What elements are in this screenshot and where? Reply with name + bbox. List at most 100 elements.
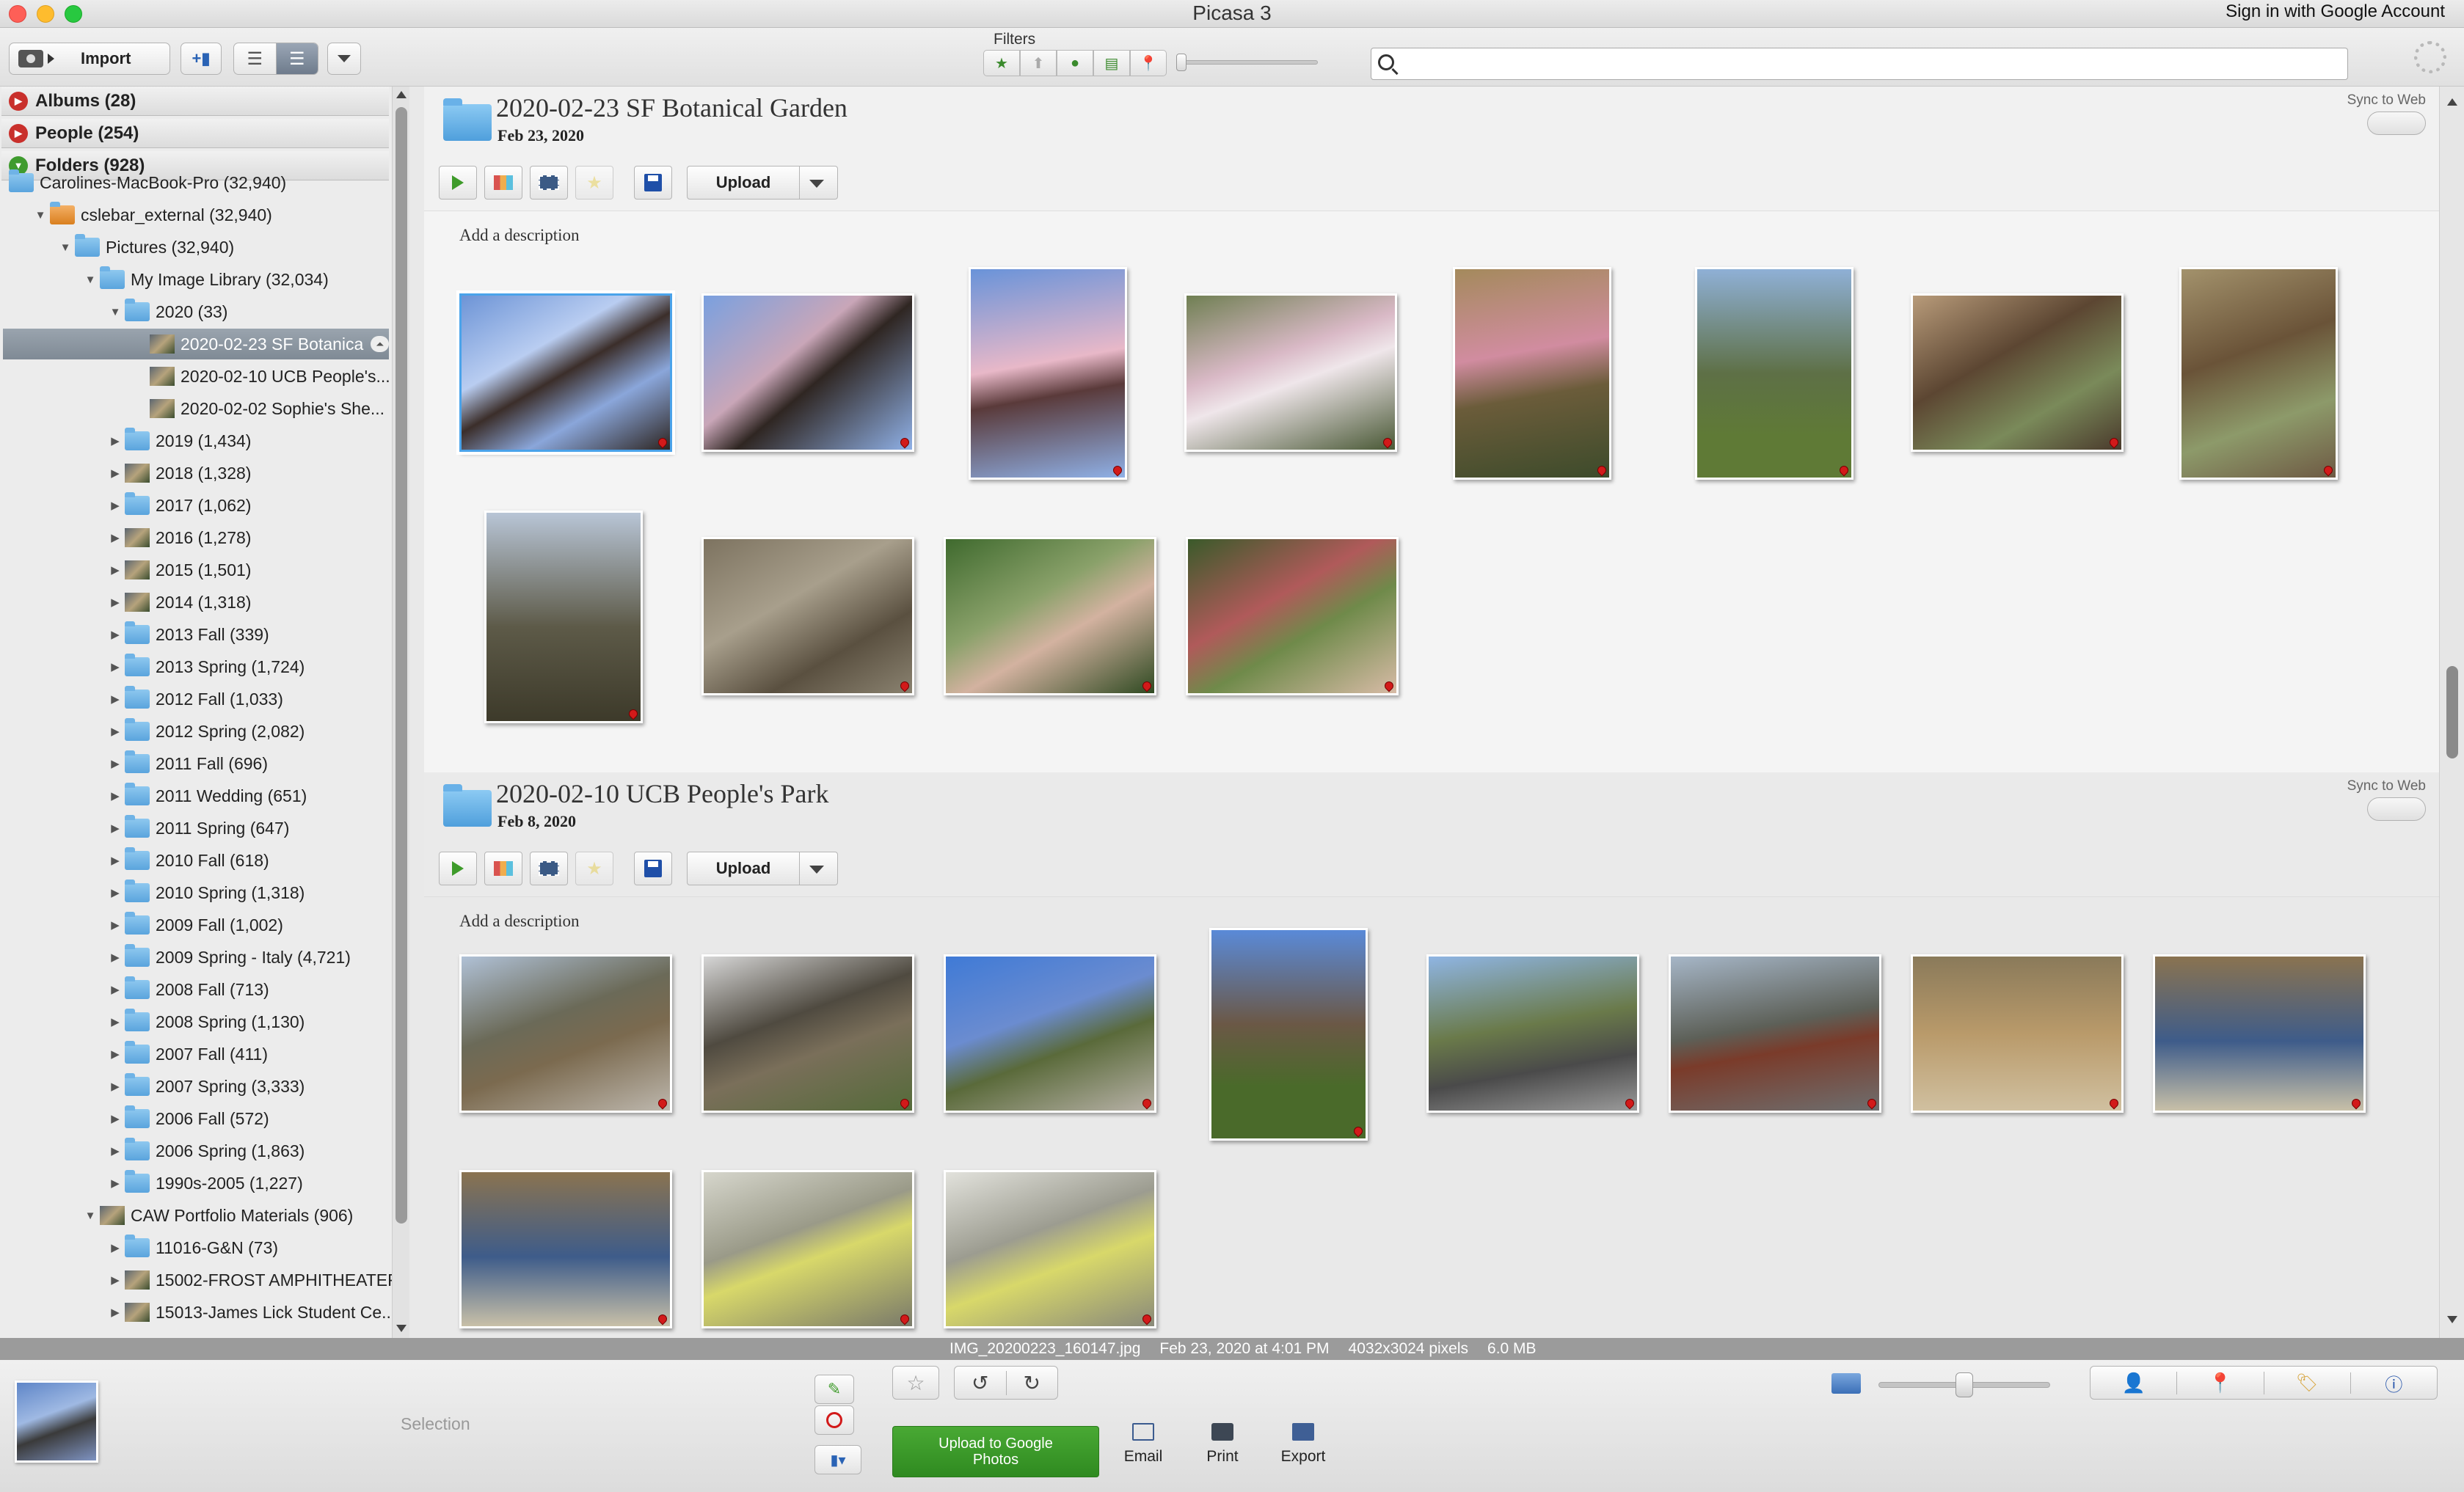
folder-tree-item[interactable]: ▶ 2011 Spring (647): [106, 813, 289, 844]
photo-thumbnail[interactable]: [1186, 537, 1399, 695]
clear-selection-button[interactable]: [814, 1405, 854, 1435]
tags-panel-icon[interactable]: 🏷: [2264, 1372, 2351, 1394]
expand-triangle-icon[interactable]: ▶: [106, 1241, 125, 1254]
places-panel-icon[interactable]: 📍: [2177, 1371, 2264, 1394]
expand-triangle-icon[interactable]: ▶: [106, 467, 125, 480]
folder-tree-item[interactable]: ▶ 2007 Spring (3,333): [106, 1071, 305, 1102]
expand-triangle-icon[interactable]: ▶: [106, 918, 125, 932]
hold-button[interactable]: ✎: [814, 1375, 854, 1404]
photo-thumbnail[interactable]: [459, 1170, 672, 1328]
photo-thumbnail[interactable]: [1669, 954, 1881, 1113]
photo-thumbnail[interactable]: [2153, 954, 2366, 1113]
photo-thumbnail[interactable]: [2179, 267, 2338, 480]
star-button[interactable]: ★: [575, 166, 613, 200]
folder-tree-item[interactable]: ▶ 15013-James Lick Student Ce...: [106, 1297, 396, 1328]
filter-uploaded-button[interactable]: ⬆: [1020, 50, 1057, 76]
photo-thumbnail[interactable]: [1184, 293, 1397, 452]
folder-tree-item[interactable]: ▶ 2012 Fall (1,033): [106, 684, 283, 714]
import-button[interactable]: Import: [9, 43, 170, 75]
content-scroll-up[interactable]: [2447, 98, 2457, 106]
expand-triangle-icon[interactable]: ▶: [106, 1080, 125, 1093]
photo-thumbnail[interactable]: [944, 954, 1156, 1113]
expand-triangle-icon[interactable]: ▶: [106, 822, 125, 835]
thumbnail-size-slider[interactable]: [1878, 1372, 2050, 1397]
detail-view-icon[interactable]: ☰: [276, 43, 318, 74]
expand-triangle-icon[interactable]: ▶: [106, 854, 125, 867]
folder-tree-item[interactable]: ▶ 2008 Fall (713): [106, 974, 269, 1005]
folder-tree-item[interactable]: ▶ 2017 (1,062): [106, 490, 251, 521]
folder-tree-item[interactable]: ▶ 2016 (1,278): [106, 522, 251, 553]
photo-thumbnail[interactable]: [969, 267, 1127, 480]
create-movie-button[interactable]: [530, 852, 568, 885]
album-title[interactable]: 2020-02-23 SF Botanical Garden: [496, 92, 848, 123]
photo-thumbnail[interactable]: [1695, 267, 1854, 480]
folder-tree-item[interactable]: ▶ 11016-G&N (73): [106, 1232, 278, 1263]
search-input[interactable]: [1371, 48, 2348, 80]
expand-triangle-icon[interactable]: ▶: [106, 1112, 125, 1125]
photo-thumbnail[interactable]: [484, 511, 643, 723]
sidebar-scroll-down[interactable]: [396, 1325, 407, 1332]
folder-tree-item[interactable]: ▶ 2011 Fall (696): [106, 748, 268, 779]
date-filter-slider[interactable]: [1176, 54, 1318, 71]
folder-tree-item[interactable]: ▶ 2008 Spring (1,130): [106, 1006, 305, 1037]
expand-triangle-icon[interactable]: ▶: [106, 951, 125, 964]
create-collage-button[interactable]: [484, 852, 522, 885]
upload-google-photos-button[interactable]: Upload to Google Photos: [892, 1426, 1099, 1477]
add-description-field[interactable]: Add a description: [459, 912, 580, 931]
email-button[interactable]: Email: [1114, 1423, 1173, 1466]
folder-tree-item[interactable]: ▶ 2012 Spring (2,082): [106, 716, 305, 747]
print-button[interactable]: Print: [1193, 1423, 1252, 1466]
folder-tree-item[interactable]: ▶ 2006 Fall (572): [106, 1103, 269, 1134]
expand-triangle-icon[interactable]: ▶: [106, 628, 125, 641]
photo-thumbnail[interactable]: [701, 293, 914, 452]
upload-button[interactable]: Upload: [687, 852, 838, 885]
folder-tree-item[interactable]: ▶ 2009 Spring - Italy (4,721): [106, 942, 351, 973]
date-filter-slider-knob[interactable]: [1176, 54, 1187, 71]
photo-thumbnail[interactable]: [456, 290, 675, 455]
expand-triangle-icon[interactable]: ▶: [106, 660, 125, 673]
save-button[interactable]: [634, 852, 672, 885]
chevron-down-icon[interactable]: [809, 180, 824, 188]
photo-thumbnail[interactable]: [1209, 928, 1368, 1141]
filter-movies-button[interactable]: ▤: [1093, 50, 1130, 76]
folder-tree-item[interactable]: ▼ My Image Library (32,034): [81, 264, 329, 295]
filter-starred-button[interactable]: ★: [983, 50, 1020, 76]
filter-faces-button[interactable]: ●: [1057, 50, 1093, 76]
expand-triangle-icon[interactable]: ▶: [106, 725, 125, 738]
folder-tree-item[interactable]: ▼ 2020 (33): [106, 296, 227, 327]
upload-status-icon[interactable]: ⏶: [371, 336, 389, 352]
add-to-album-menu-button[interactable]: ▮▾: [814, 1445, 861, 1474]
folder-tree-item[interactable]: Carolines-MacBook-Pro (32,940): [6, 167, 286, 198]
folder-tree-item[interactable]: ▶ 2013 Spring (1,724): [106, 651, 305, 682]
create-movie-button[interactable]: [530, 166, 568, 200]
info-panel-icon[interactable]: ⓘ: [2351, 1370, 2437, 1396]
folder-tree-item[interactable]: ▶ 2009 Fall (1,002): [106, 910, 283, 940]
star-photo-button[interactable]: ☆: [892, 1366, 939, 1400]
content-scroll-thumb[interactable]: [2446, 666, 2458, 758]
filter-geotag-button[interactable]: 📍: [1130, 50, 1167, 76]
sidebar-scrollbar[interactable]: [392, 87, 409, 1338]
folder-tree-item[interactable]: ▶ 2019 (1,434): [106, 425, 251, 456]
section-albums[interactable]: ▶ Albums (28): [1, 87, 389, 116]
photo-thumbnail[interactable]: [1453, 267, 1611, 480]
expand-triangle-icon[interactable]: ▶: [106, 757, 125, 770]
people-panel-icon[interactable]: 👤: [2091, 1371, 2178, 1394]
photo-thumbnail[interactable]: [459, 954, 672, 1113]
photo-thumbnail[interactable]: [1426, 954, 1639, 1113]
collapse-triangle-icon[interactable]: ▼: [106, 306, 125, 318]
expand-triangle-icon[interactable]: ▶: [106, 1306, 125, 1319]
expand-triangle-icon[interactable]: ▶: [106, 1015, 125, 1028]
folder-tree-item[interactable]: ▼ cslebar_external (32,940): [31, 200, 272, 230]
photo-thumbnail[interactable]: [944, 537, 1156, 695]
sync-to-web-toggle[interactable]: [2367, 797, 2426, 821]
folder-tree-item[interactable]: ▶ 2011 Wedding (651): [106, 780, 307, 811]
folder-tree-item[interactable]: ▶ 2006 Spring (1,863): [106, 1136, 305, 1166]
folder-tree-item[interactable]: 2020-02-10 UCB People's...: [131, 361, 390, 392]
folder-tree-item[interactable]: 2020-02-23 SF Botanica ⏶: [3, 329, 389, 359]
expand-triangle-icon[interactable]: ▶: [106, 563, 125, 577]
content-scroll-down[interactable]: [2447, 1316, 2457, 1323]
folder-tree-item[interactable]: ▶ 2010 Fall (618): [106, 845, 269, 876]
add-description-field[interactable]: Add a description: [459, 226, 580, 245]
folder-tree-item[interactable]: ▼ Pictures (32,940): [56, 232, 234, 263]
sidebar-scroll-up[interactable]: [396, 91, 407, 98]
